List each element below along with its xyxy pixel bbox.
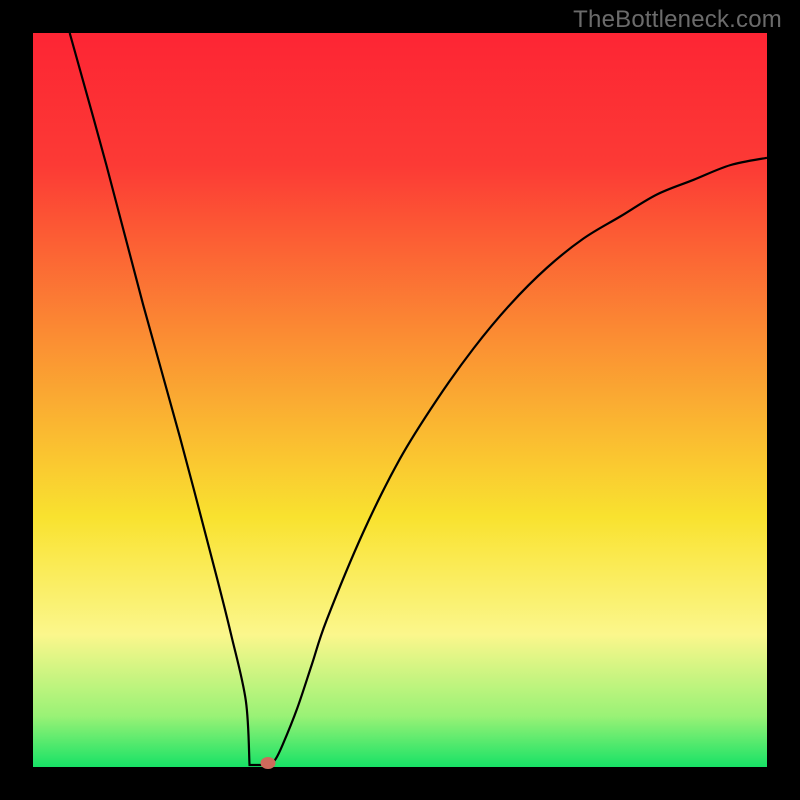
- plot-area: [33, 33, 767, 767]
- optimal-point-marker: [260, 757, 275, 769]
- watermark-text: TheBottleneck.com: [573, 6, 782, 34]
- curve-line: [70, 33, 767, 765]
- bottleneck-curve: [33, 33, 767, 767]
- chart-frame: TheBottleneck.com: [0, 0, 800, 800]
